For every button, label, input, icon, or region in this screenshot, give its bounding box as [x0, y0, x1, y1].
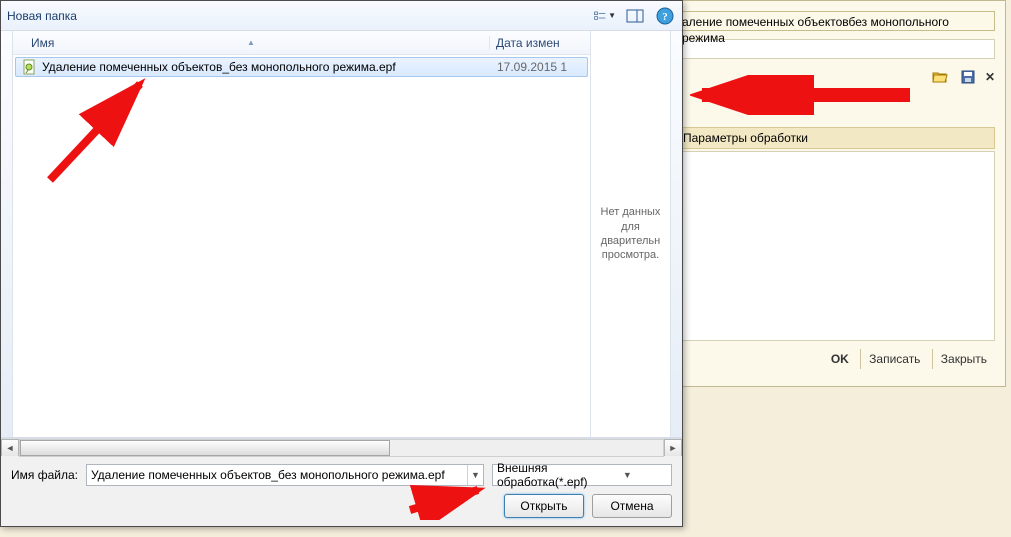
file-list: Удаление помеченных объектов_без монопол… — [13, 55, 590, 437]
file-name: Удаление помеченных объектов_без монопол… — [42, 60, 497, 74]
file-icon — [22, 59, 38, 75]
new-folder-button[interactable]: Новая папка — [7, 9, 77, 23]
preview-pane: Нет данных для дварительн просмотра. — [590, 31, 670, 437]
open-button[interactable]: Открыть — [504, 494, 584, 518]
column-date[interactable]: Дата измен — [490, 36, 590, 50]
filename-label: Имя файла: — [11, 468, 78, 482]
column-name[interactable]: Имя ▲ — [13, 36, 490, 50]
nav-pane-left — [1, 31, 13, 437]
cancel-button[interactable]: Отмена — [592, 494, 672, 518]
file-date: 17.09.2015 1 — [497, 60, 587, 74]
svg-text:?: ? — [662, 11, 668, 23]
scroll-track[interactable] — [19, 439, 664, 457]
view-options-icon[interactable]: ▼ — [594, 5, 616, 27]
filetype-filter[interactable]: Внешняя обработка(*.epf) ▼ — [492, 464, 672, 486]
filename-text[interactable] — [87, 468, 467, 482]
section-header: Параметры обработки — [676, 127, 995, 149]
close-button[interactable]: Закрыть — [932, 349, 995, 369]
nav-pane-right — [670, 31, 682, 437]
horizontal-scrollbar[interactable]: ◄ ► — [1, 438, 682, 456]
scroll-thumb[interactable] — [20, 440, 390, 456]
filename-history-dropdown[interactable]: ▼ — [467, 465, 483, 485]
help-icon[interactable]: ? — [654, 5, 676, 27]
section-body — [676, 151, 995, 341]
save-icon[interactable] — [957, 66, 979, 88]
filter-dropdown-icon[interactable]: ▼ — [588, 470, 667, 480]
column-headers: Имя ▲ Дата измен — [13, 31, 590, 55]
background-panel: аление помеченных объектовбез монопольно… — [665, 0, 1006, 387]
title-field[interactable]: аление помеченных объектовбез монопольно… — [676, 11, 995, 31]
clear-icon[interactable]: ✕ — [985, 70, 995, 84]
open-folder-icon[interactable] — [929, 66, 951, 88]
chevron-down-icon: ▼ — [608, 11, 616, 20]
scroll-left-icon[interactable]: ◄ — [1, 439, 19, 457]
file-row[interactable]: Удаление помеченных объектов_без монопол… — [15, 57, 588, 77]
ok-button[interactable]: OK — [823, 349, 857, 369]
scroll-right-icon[interactable]: ► — [664, 439, 682, 457]
dialog-toolbar: Новая папка ▼ ? — [1, 1, 682, 31]
filename-input[interactable]: ▼ — [86, 464, 484, 486]
open-file-dialog: Новая папка ▼ ? Имя ▲ Дата измен — [0, 0, 683, 527]
sort-indicator-icon: ▲ — [247, 38, 255, 47]
filter-text: Внешняя обработка(*.epf) — [497, 461, 588, 489]
preview-pane-icon[interactable] — [624, 5, 646, 27]
write-button[interactable]: Записать — [860, 349, 928, 369]
